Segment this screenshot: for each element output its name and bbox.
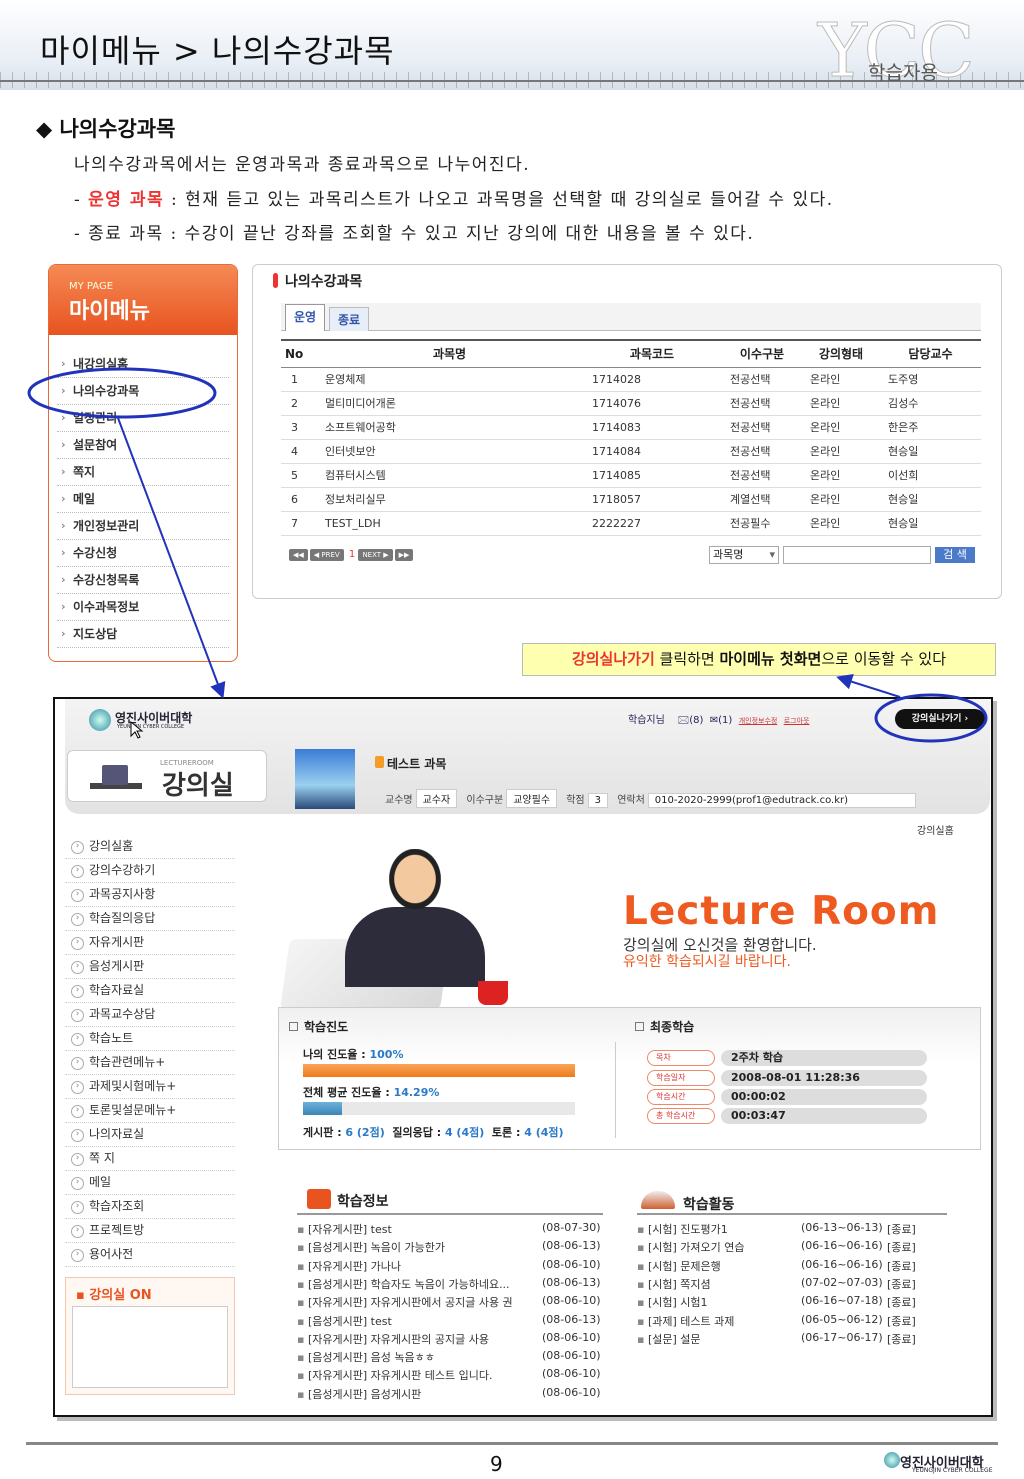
page-number: 9 <box>490 1452 503 1476</box>
annotation-arrow-up <box>836 673 901 698</box>
highlight-ellipse-exit <box>874 693 988 743</box>
annotation-overlay <box>27 367 988 743</box>
footer-logo-sub: YEUNGJIN CYBER COLLEGE <box>912 1467 993 1474</box>
footer-line <box>26 1442 998 1445</box>
highlight-ellipse-menu <box>27 367 217 419</box>
annotation-arrow-down <box>117 417 226 699</box>
mouse-cursor-icon <box>130 720 144 739</box>
footer-logo-icon <box>884 1452 900 1468</box>
